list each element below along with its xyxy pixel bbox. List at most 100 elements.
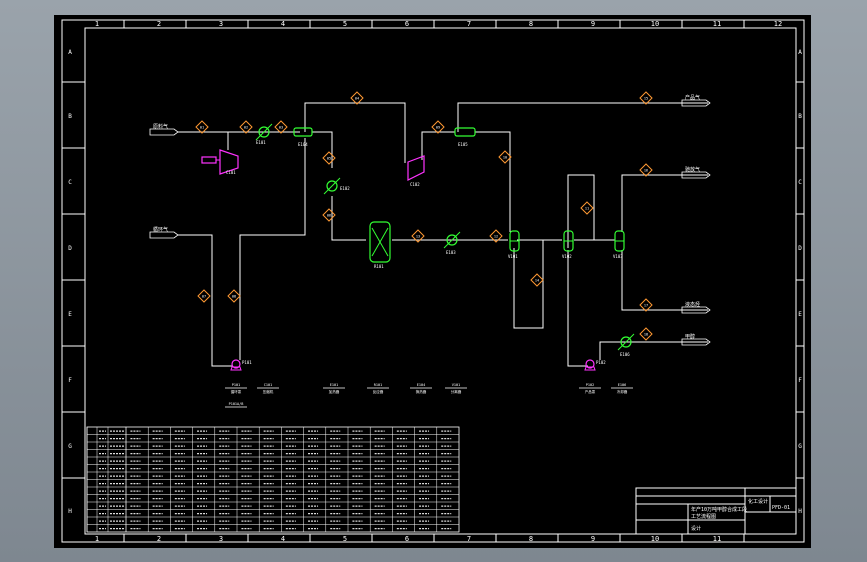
title-line-2: 工艺流程图 (691, 513, 716, 520)
row-label-left: B (68, 113, 72, 120)
stream-label: 循环气 (153, 226, 168, 233)
col-label-top: 6 (405, 20, 409, 28)
title-right-1: 化工设计 (748, 498, 768, 505)
stream-tag-number: 06 (327, 214, 331, 218)
row-label-right: A (798, 49, 802, 56)
stream-label: 驰放气 (685, 166, 700, 173)
row-label-right: F (798, 377, 802, 384)
stream-tag-number: 04 (355, 97, 359, 101)
equipment-tag: V103 (613, 254, 623, 259)
row-label-left: H (68, 508, 72, 515)
stream-label: 甲醇 (685, 333, 695, 340)
stream-tag-number: 08 (232, 295, 236, 299)
col-label-top: 8 (529, 20, 533, 28)
row-label-left: D (68, 245, 72, 252)
stream-tag-number: 05 (327, 157, 331, 161)
title-right-2: PFD-01 (772, 505, 790, 511)
title-line-3: 设计 (691, 525, 701, 532)
equipment-tag: E105 (458, 142, 468, 147)
equipment-tag: E103 (446, 250, 456, 255)
stream-tag-number: 15 (644, 97, 648, 101)
stream-tag-number: 13 (416, 235, 420, 239)
col-label-top: 7 (467, 20, 471, 28)
col-label-bottom: 6 (405, 535, 409, 543)
legend-code: P101 (232, 383, 240, 387)
legend-sub: P101A/B (229, 402, 244, 406)
col-label-top: 4 (281, 20, 285, 28)
legend-code: E101 (330, 383, 338, 387)
process-flow-drawing[interactable]: 1 2 3 4 5 6 7 8 9 10 11 121 2 3 4 5 6 7 8 9 10 11A AB BC CD DE EF F… (0, 0, 867, 562)
stream-label: 产品气 (685, 94, 700, 101)
legend-name: 压缩机 (263, 389, 274, 394)
row-label-left: E (68, 311, 72, 318)
row-label-right: C (798, 179, 802, 186)
equipment-tag: C101 (226, 170, 236, 175)
legend-code: E104 (417, 383, 425, 387)
stream-tag-number: 18 (644, 333, 648, 337)
col-label-bottom: 3 (219, 535, 223, 543)
legend-name: 产品泵 (585, 389, 596, 394)
stream-tag-number: 07 (202, 295, 206, 299)
stream-tag-number: 14 (535, 279, 539, 283)
col-label-bottom: 9 (591, 535, 595, 543)
stream-tag-number: 02 (244, 126, 248, 130)
equipment-tag: E104 (298, 142, 308, 147)
col-label-bottom: 5 (343, 535, 347, 543)
stream-tag-number: 17 (644, 304, 648, 308)
col-label-top: 12 (774, 20, 782, 28)
stream-label: 原料气 (153, 123, 168, 130)
row-label-left: F (68, 377, 72, 384)
col-label-bottom: 11 (713, 535, 721, 543)
stream-tag-number: 03 (279, 126, 283, 130)
equipment-tag: P102 (596, 360, 606, 365)
stream-tag-number: 09 (436, 126, 440, 130)
col-label-top: 5 (343, 20, 347, 28)
equipment-tag: E101 (256, 140, 266, 145)
row-label-left: A (68, 49, 72, 56)
stream-tag-number: 16 (644, 169, 648, 173)
col-label-bottom: 1 (95, 535, 99, 543)
row-label-right: D (798, 245, 802, 252)
row-label-right: G (798, 443, 802, 450)
equipment-tag: E102 (340, 186, 350, 191)
col-label-bottom: 10 (651, 535, 659, 543)
row-label-right: H (798, 508, 802, 515)
stream-tag-number: 11 (585, 207, 589, 211)
stream-tag-number: 10 (503, 156, 507, 160)
legend-name: 加热器 (329, 389, 340, 394)
legend-code: P102 (586, 383, 594, 387)
stream-tag-number: 12 (494, 235, 498, 239)
equipment-tag: R101 (374, 264, 384, 269)
legend-name: 循环泵 (231, 389, 242, 394)
col-label-bottom: 4 (281, 535, 285, 543)
legend-code: E106 (618, 383, 626, 387)
col-label-top: 11 (713, 20, 721, 28)
legend-name: 换热器 (416, 389, 427, 394)
col-label-bottom: 2 (157, 535, 161, 543)
legend-name: 反应器 (373, 389, 384, 394)
equipment-tag: C102 (410, 182, 420, 187)
legend-code: R101 (374, 383, 382, 387)
legend-name: 冷却器 (617, 389, 628, 394)
col-label-top: 10 (651, 20, 659, 28)
legend-code: V101 (452, 383, 460, 387)
col-label-top: 3 (219, 20, 223, 28)
stream-label: 液态烃 (685, 301, 700, 308)
equipment-tag: E106 (620, 352, 630, 357)
legend-code: C101 (264, 383, 272, 387)
col-label-top: 9 (591, 20, 595, 28)
equipment-tag: P101 (242, 360, 252, 365)
title-line-1: 年产10万吨甲醇合成工段 (691, 506, 747, 513)
row-label-left: G (68, 443, 72, 450)
viewport: 1 2 3 4 5 6 7 8 9 10 11 12 1 2 3 4 5 6 7 8 9 10 11 A A B B C C D D E E F F… (0, 0, 867, 562)
row-label-left: C (68, 179, 72, 186)
row-label-right: E (798, 311, 802, 318)
col-label-bottom: 8 (529, 535, 533, 543)
equipment-tag: V101 (508, 254, 518, 259)
stream-tag-number: 01 (200, 126, 204, 130)
row-label-right: B (798, 113, 802, 120)
equipment-tag: V102 (562, 254, 572, 259)
col-label-top: 1 (95, 20, 99, 28)
col-label-bottom: 7 (467, 535, 471, 543)
col-label-top: 2 (157, 20, 161, 28)
